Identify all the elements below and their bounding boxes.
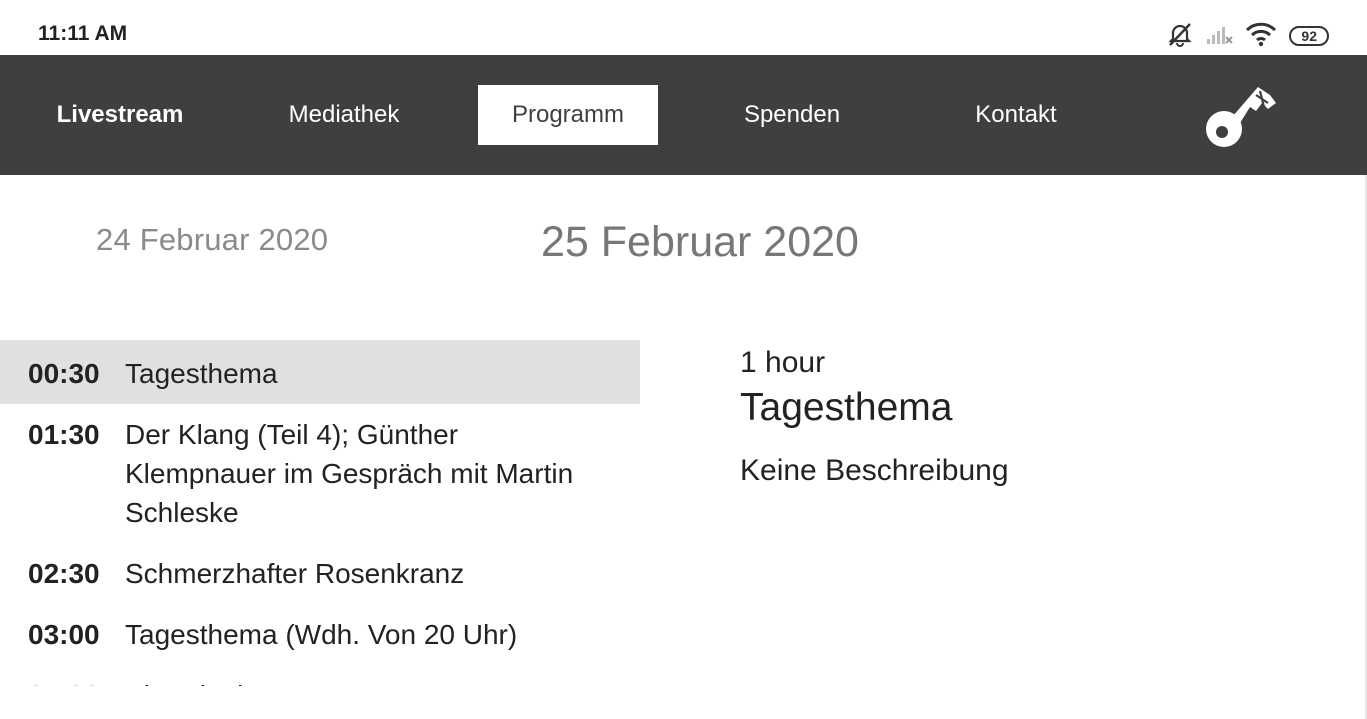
nav-programm-active[interactable]: Programm — [478, 85, 658, 145]
notifications-off-icon — [1167, 21, 1193, 52]
date-current: 25 Februar 2020 — [541, 218, 859, 266]
battery-icon: 92 — [1289, 26, 1329, 46]
date-previous[interactable]: 24 Februar 2020 — [96, 222, 328, 258]
schedule-time: 01:30 — [28, 419, 100, 450]
signal-icon — [1205, 22, 1234, 51]
nav-mediathek[interactable]: Mediathek — [264, 85, 424, 145]
main-navigation: Livestream Mediathek Programm Spenden Ko… — [0, 55, 1367, 175]
nav-spenden[interactable]: Spenden — [712, 85, 872, 145]
schedule-title: Schmerzhafter Rosenkranz — [125, 558, 465, 589]
wifi-icon — [1245, 21, 1277, 52]
detail-description: Keine Beschreibung — [740, 454, 1009, 487]
schedule-title: Der Klang (Teil 4); Günther Klempnauer i… — [125, 419, 574, 528]
key-logo-icon[interactable] — [1200, 77, 1280, 153]
status-icons: 92 — [1167, 22, 1329, 50]
schedule-time: 02:30 — [28, 558, 100, 589]
detail-title: Tagesthema — [740, 386, 953, 429]
nav-kontakt[interactable]: Kontakt — [936, 85, 1096, 145]
program-detail: 1 hour Tagesthema Keine Beschreibung — [740, 340, 1320, 488]
schedule-row[interactable]: 03:00 Tagesthema (Wdh. Von 20 Uhr) — [0, 604, 640, 665]
schedule-time: 03:00 — [28, 619, 100, 650]
schedule-row[interactable]: 02:30 Schmerzhafter Rosenkranz — [0, 543, 640, 604]
status-bar: 11:11 AM 92 — [0, 0, 1367, 55]
schedule-row[interactable]: 01:30 Der Klang (Teil 4); Günther Klempn… — [0, 404, 640, 543]
schedule-time: 00:30 — [28, 358, 100, 389]
schedule-list: 00:30 Tagesthema 01:30 Der Klang (Teil 4… — [0, 340, 640, 686]
status-time: 11:11 AM — [38, 22, 128, 45]
nav-livestream[interactable]: Livestream — [40, 85, 200, 145]
detail-duration: 1 hour — [740, 346, 826, 379]
schedule-row[interactable]: 04:00 Abendgebet — [0, 665, 640, 686]
schedule-title: Tagesthema (Wdh. Von 20 Uhr) — [125, 619, 518, 650]
schedule-time: 04:00 — [28, 676, 125, 686]
schedule-row[interactable]: 00:30 Tagesthema — [0, 340, 640, 404]
schedule-title: Abendgebet — [125, 676, 300, 686]
schedule-title: Tagesthema — [125, 358, 278, 389]
